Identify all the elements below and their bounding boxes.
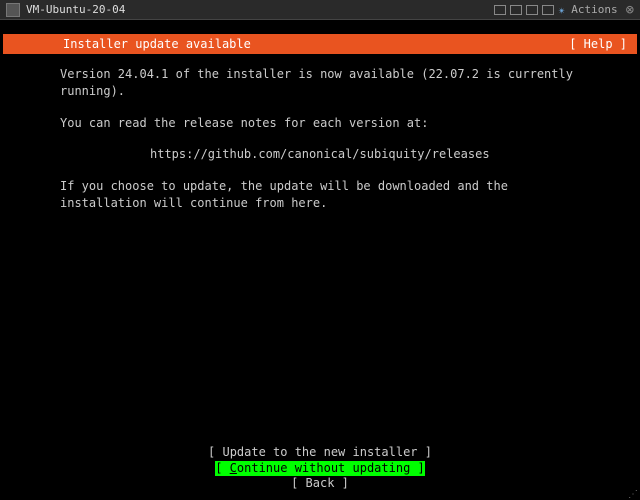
version-info: Version 24.04.1 of the installer is now … (60, 66, 580, 101)
update-explanation: If you choose to update, the update will… (60, 178, 580, 213)
release-notes-url: https://github.com/canonical/subiquity/r… (60, 146, 580, 163)
footer-menu: [ Update to the new installer ] [ Contin… (0, 445, 640, 492)
body-text: Version 24.04.1 of the installer is now … (0, 54, 640, 212)
window-control-icon[interactable] (494, 5, 506, 15)
back-button[interactable]: [ Back ] (0, 476, 640, 492)
window-control-icon[interactable] (526, 5, 538, 15)
header-title: Installer update available (63, 37, 569, 51)
titlebar: VM-Ubuntu-20-04 ✴ Actions ⊗ (0, 0, 640, 20)
installer-header: Installer update available [ Help ] (3, 34, 637, 54)
close-icon[interactable]: ⊗ (626, 2, 634, 18)
release-notes-intro: You can read the release notes for each … (60, 115, 580, 132)
resize-grip-icon[interactable]: ⋰ (628, 489, 638, 500)
window-title: VM-Ubuntu-20-04 (26, 3, 494, 16)
continue-without-updating-button[interactable]: [ Continue without updating ] (215, 461, 425, 477)
titlebar-controls: ✴ Actions ⊗ (494, 2, 634, 18)
window-control-icon[interactable] (510, 5, 522, 15)
vm-icon (6, 3, 20, 17)
console-area: Installer update available [ Help ] Vers… (0, 20, 640, 500)
help-button[interactable]: [ Help ] (569, 37, 627, 51)
actions-label[interactable]: Actions (571, 3, 617, 16)
gear-icon[interactable]: ✴ (558, 3, 565, 17)
update-installer-button[interactable]: [ Update to the new installer ] (0, 445, 640, 461)
window-control-icon[interactable] (542, 5, 554, 15)
